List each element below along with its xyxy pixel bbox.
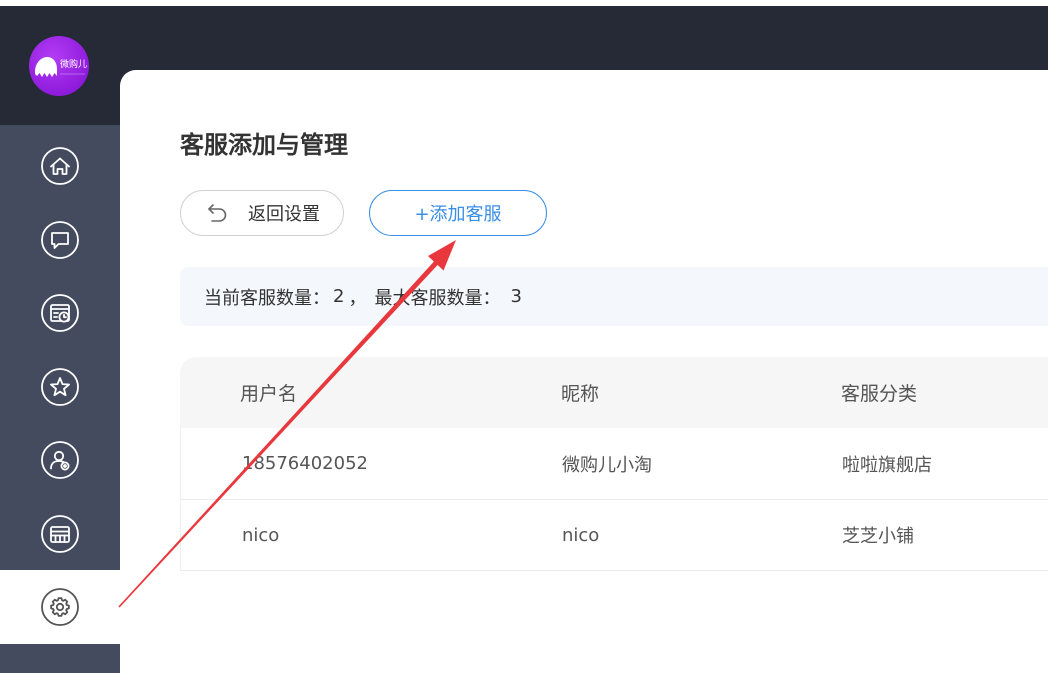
cell-nickname: 微购儿小淘: [562, 454, 652, 476]
current-count-label: 当前客服数量：: [204, 287, 330, 309]
column-header-category[interactable]: 客服分类: [781, 379, 1048, 406]
sidebar-nav: [0, 125, 120, 673]
user-settings-icon: [41, 441, 79, 479]
page-title: 客服添加与管理: [180, 131, 348, 159]
sidebar-item-user-settings[interactable]: [0, 423, 120, 497]
sidebar-item-schedule[interactable]: [0, 276, 120, 350]
sidebar-item-home[interactable]: [0, 129, 120, 203]
service-agent-table: 用户名 昵称 客服分类 18576402052 微购儿小淘 啦啦旗舰店 nico…: [180, 357, 1048, 571]
sidebar-item-messages[interactable]: [0, 203, 120, 277]
main-panel: 客服添加与管理 返回设置 +添加客服 当前客服数量： 2 ， 最大客服数量： 3…: [120, 70, 1048, 673]
gear-icon: [41, 588, 79, 626]
column-header-nickname[interactable]: 昵称: [501, 379, 781, 406]
cell-username: nico: [242, 524, 280, 546]
stats-separator: ，: [348, 287, 367, 309]
current-count-value: 2: [333, 286, 345, 307]
stats-bar: 当前客服数量： 2 ， 最大客服数量： 3: [180, 267, 1048, 326]
cell-nickname: nico: [562, 524, 600, 546]
home-icon: [41, 147, 79, 185]
max-count-value: 3: [510, 286, 522, 307]
chat-icon: [41, 220, 79, 259]
top-bar: [0, 6, 1048, 70]
column-header-username[interactable]: 用户名: [180, 379, 501, 406]
logo-area: 微购儿: [0, 6, 120, 125]
table-row[interactable]: nico nico 芝芝小铺: [180, 500, 1048, 571]
undo-arrow-icon: [208, 204, 227, 222]
back-to-settings-button[interactable]: 返回设置: [180, 190, 344, 236]
sidebar-item-store[interactable]: [0, 497, 120, 571]
sidebar-item-favorites[interactable]: [0, 350, 120, 424]
table-header: 用户名 昵称 客服分类: [180, 357, 1048, 428]
star-icon: [41, 367, 79, 406]
add-service-agent-button[interactable]: +添加客服: [369, 190, 547, 236]
brand-logo[interactable]: 微购儿: [29, 36, 89, 96]
store-icon: [41, 514, 79, 553]
cell-username: 18576402052: [242, 453, 368, 474]
back-button-label: 返回设置: [248, 204, 320, 225]
table-row[interactable]: 18576402052 微购儿小淘 啦啦旗舰店: [180, 428, 1048, 500]
cell-category: 啦啦旗舰店: [842, 454, 932, 476]
schedule-icon: [41, 294, 79, 332]
sidebar-item-settings[interactable]: [0, 570, 120, 644]
max-count-label: 最大客服数量：: [374, 287, 501, 309]
cell-category: 芝芝小铺: [842, 526, 914, 547]
app-window: 微购儿 客服添加与管理 返回设置 +添加客服 当前客服数量： 2 ， 最大客服数…: [0, 0, 1048, 673]
logo-text: 微购儿: [60, 60, 88, 70]
